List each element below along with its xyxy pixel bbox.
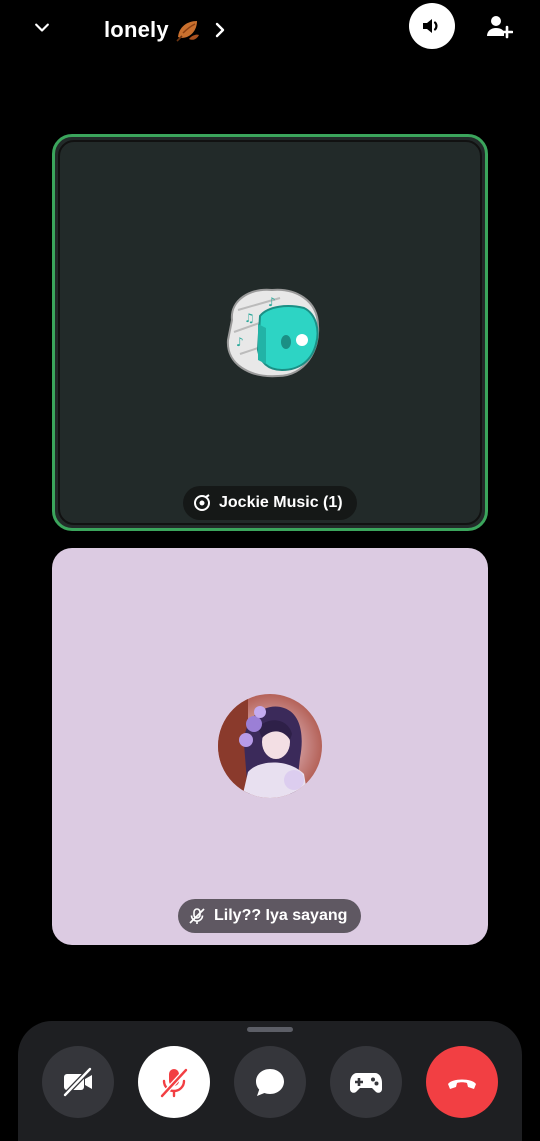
chat-bubble-icon <box>256 1069 284 1096</box>
speaker-icon <box>423 19 438 33</box>
fallen-leaf-icon <box>175 17 201 43</box>
drag-handle[interactable] <box>247 1027 293 1032</box>
participant-name-pill: Jockie Music (1) <box>183 486 357 520</box>
svg-text:♪: ♪ <box>236 335 244 349</box>
audio-output-button[interactable] <box>409 3 455 49</box>
disconnect-button[interactable] <box>426 1046 498 1118</box>
activities-button[interactable] <box>330 1046 402 1118</box>
channel-title[interactable]: lonely <box>104 14 233 46</box>
channel-name: lonely <box>104 17 169 42</box>
video-off-icon <box>63 1067 92 1097</box>
participant-tile-bot[interactable]: ♫ ♪ ♪ Jockie Music (1) <box>52 134 488 531</box>
participant-tile-user[interactable]: Lily?? Iya sayang <box>52 548 488 945</box>
chat-button[interactable] <box>234 1046 306 1118</box>
chevron-right-icon <box>213 20 233 40</box>
participant-name: Lily?? Iya sayang <box>214 907 348 924</box>
participant-name: Jockie Music (1) <box>219 494 343 511</box>
gamepad-icon <box>350 1073 382 1093</box>
call-controls-panel <box>18 1021 522 1141</box>
user-avatar <box>218 694 322 798</box>
mic-off-icon <box>160 1068 188 1098</box>
phone-hangup-icon <box>448 1079 476 1089</box>
chevron-down-icon[interactable] <box>28 14 56 42</box>
add-user-icon[interactable] <box>484 12 514 42</box>
mic-muted-icon <box>189 908 205 924</box>
camera-off-button[interactable] <box>42 1046 114 1118</box>
headset-music-icon <box>194 494 210 511</box>
participant-name-pill: Lily?? Iya sayang <box>178 899 362 933</box>
bot-avatar: ♫ ♪ ♪ <box>220 280 324 384</box>
microphone-button[interactable] <box>138 1046 210 1118</box>
top-bar: lonely <box>0 0 540 60</box>
svg-text:♫: ♫ <box>244 311 255 325</box>
